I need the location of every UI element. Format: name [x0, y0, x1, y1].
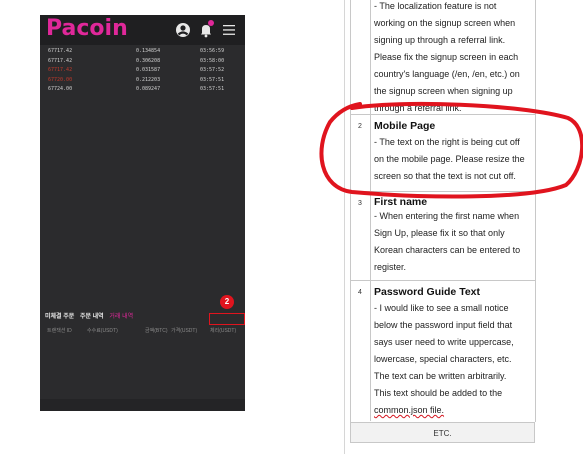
column-header: 가격(USDT): [171, 328, 198, 334]
column-header: 금액(BTC): [145, 328, 168, 334]
row-content: Password Guide Text - I would like to se…: [374, 281, 536, 419]
mobile-screenshot: Pacoin 67717.42 0.134854 03:56:59 67717.…: [40, 15, 245, 411]
row-number-cell: [350, 0, 371, 114]
table-row: - The localization feature is not workin…: [350, 0, 535, 115]
row-number-cell: 3: [350, 192, 371, 280]
document-table: - The localization feature is not workin…: [344, 0, 583, 454]
row-content: Mobile Page - The text on the right is b…: [374, 115, 536, 185]
trade-row: 67724.00 0.089247 03:57:51: [48, 86, 225, 92]
column-header: 체리(USDT): [210, 328, 237, 334]
order-tabs: 미체결 주문 주문 내역 거래 내역: [45, 311, 137, 320]
trade-row: 67717.42 0.031587 03:57:52: [48, 67, 225, 73]
row-title: Mobile Page: [374, 120, 436, 132]
trade-row: 67717.42 0.306208 03:58:00: [48, 57, 225, 64]
row-number-cell: 4: [350, 281, 371, 421]
etc-section-header: ETC.: [350, 422, 535, 443]
page-edge: [344, 0, 345, 454]
table-row: 3 First name - When entering the first n…: [350, 192, 535, 281]
app-header: Pacoin: [40, 15, 245, 45]
trade-list: 67717.42 0.134854 03:56:59 67717.42 0.30…: [47, 47, 239, 95]
tab-order-history[interactable]: 주문 내역: [80, 314, 104, 320]
pacoin-logo[interactable]: Pacoin: [46, 16, 128, 41]
row-title: Password Guide Text: [374, 286, 480, 298]
annotation-highlight-box: [209, 313, 245, 325]
tab-trade-history[interactable]: 거래 내역: [109, 314, 133, 320]
trade-row: 67717.42 0.134854 03:56:59: [48, 48, 225, 54]
column-header: 트랜잭션 ID: [47, 328, 72, 334]
table-right-border: [535, 0, 536, 422]
trade-row: 67720.00 0.212203 03:57:51: [48, 76, 225, 83]
row-number-cell: 2: [350, 115, 371, 191]
row-content: - The localization feature is not workin…: [374, 1, 520, 113]
annotation-badge: 2: [220, 295, 234, 309]
column-header: 수수료(USDT): [87, 328, 118, 334]
table-left-border: [350, 0, 351, 422]
tab-open-orders[interactable]: 미체결 주문: [45, 314, 74, 320]
bottom-bar: [40, 399, 245, 411]
table-row: 4 Password Guide Text - I would like to …: [350, 281, 535, 421]
row-content: First name - When entering the first nam…: [374, 192, 536, 276]
table-row: 2 Mobile Page - The text on the right is…: [350, 115, 535, 192]
row-title: First name: [374, 196, 428, 208]
menu-icon[interactable]: [221, 22, 237, 38]
account-icon[interactable]: [175, 22, 191, 38]
notification-dot: [208, 20, 214, 26]
